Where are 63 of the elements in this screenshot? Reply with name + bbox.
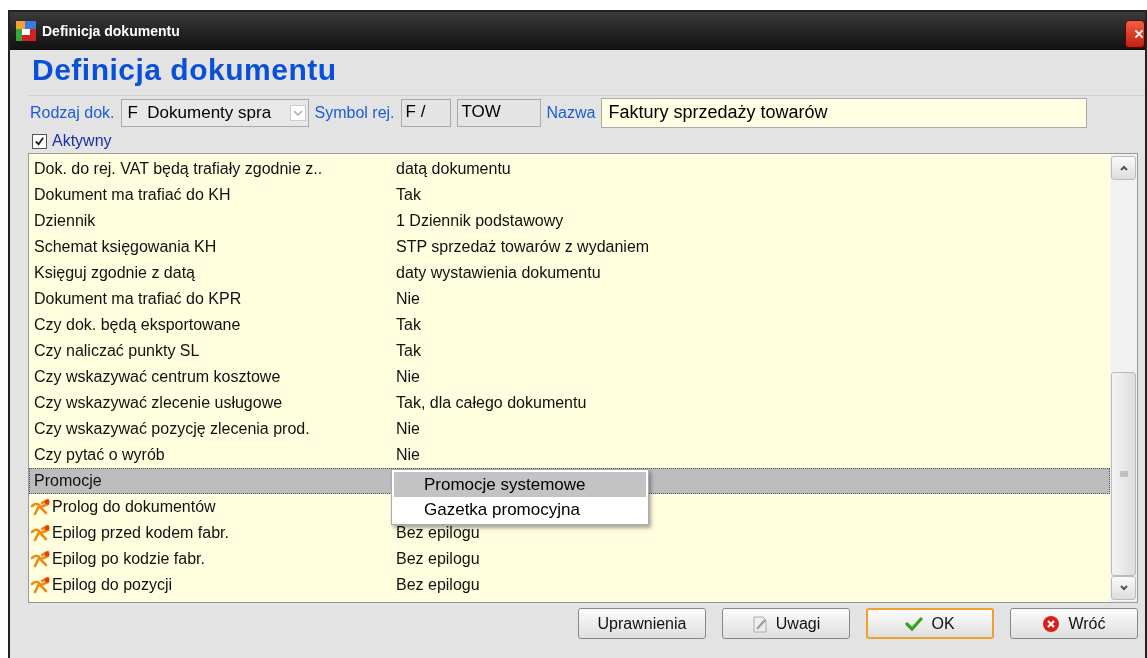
property-value: Nie	[396, 446, 420, 463]
property-value: datą dokumentu	[396, 160, 511, 177]
property-label: Czy wskazywać pozycję zlecenia prod.	[34, 420, 310, 438]
running-figure-icon	[30, 576, 52, 594]
menu-item[interactable]: Gazetka promocyjna	[394, 497, 646, 522]
dialog-button[interactable]: OK	[866, 608, 994, 639]
scroll-down-icon	[1119, 585, 1128, 591]
property-label: Epilog po kodzie fabr.	[52, 550, 205, 568]
property-value: 1 Dziennik podstawowy	[396, 212, 564, 229]
property-value: Bez epilogu	[396, 550, 480, 567]
name-label: Nazwa	[546, 104, 596, 122]
property-value: Nie	[396, 420, 420, 437]
property-label: Czy dok. będą eksportowane	[34, 316, 241, 334]
name-field[interactable]: Faktury sprzedaży towarów	[601, 98, 1088, 128]
active-label: Aktywny	[52, 132, 112, 150]
running-figure-icon	[30, 498, 52, 516]
property-label: Schemat księgowania KH	[34, 238, 217, 256]
property-value: Tak	[396, 316, 421, 333]
property-label: Dok. do rej. VAT będą trafiały zgodnie z..	[34, 160, 323, 178]
symbol-prefix-field: F /	[400, 99, 451, 127]
property-label: Epilog do pozycji	[52, 576, 173, 594]
doc-type-dropdown[interactable]: F Dokumenty spra	[120, 99, 309, 127]
symbol-field[interactable]: TOW	[456, 99, 541, 127]
menu-item[interactable]: Promocje systemowe	[394, 472, 646, 497]
property-value: Tak	[396, 186, 421, 203]
vertical-scrollbar[interactable]	[1110, 154, 1137, 602]
property-value: Tak	[396, 342, 421, 359]
note-icon	[751, 614, 768, 633]
property-value: Bez epilogu	[396, 524, 480, 541]
dialog-button[interactable]: Uprawnienia	[578, 608, 706, 639]
property-label: Dokument ma trafiać do KPR	[34, 290, 242, 308]
dialog-button[interactable]: Uwagi	[722, 608, 850, 639]
property-label: Czy wskazywać zlecenie usługowe	[34, 394, 283, 412]
property-label: Czy naliczać punkty SL	[34, 342, 200, 360]
property-value: Bez epilogu	[396, 576, 480, 593]
property-label: Prolog do dokumentów	[52, 498, 216, 516]
close-button[interactable]	[1125, 20, 1145, 48]
property-label: Promocje	[34, 472, 102, 490]
property-value: daty wystawienia dokumentu	[396, 264, 601, 281]
property-value: Nie	[396, 290, 420, 307]
dialog-heading: Definicja dokumentu	[31, 52, 338, 88]
property-value: Tak, dla całego dokumentu	[396, 394, 587, 411]
property-label: Dziennik	[34, 212, 96, 230]
window-title: Definicja dokumentu	[42, 23, 180, 39]
active-checkbox[interactable]	[32, 133, 47, 149]
property-value: Nie	[396, 368, 420, 385]
property-value: STP sprzedaż towarów z wydaniem	[396, 238, 650, 255]
doc-type-label: Rodzaj dok.	[30, 104, 115, 122]
checkmark-icon	[905, 616, 924, 631]
close-icon	[1134, 27, 1144, 41]
property-label: Epilog przed kodem fabr.	[52, 524, 229, 542]
app-logo-icon	[16, 21, 36, 41]
running-figure-icon	[30, 550, 52, 568]
symbol-label: Symbol rej.	[314, 104, 395, 122]
property-label: Czy pytać o wyrób	[34, 446, 165, 464]
cancel-icon	[1042, 614, 1061, 633]
property-label: Dokument ma trafiać do KH	[34, 186, 231, 204]
dialog-button[interactable]: Wróć	[1010, 608, 1138, 639]
property-label: Czy wskazywać centrum kosztowe	[34, 368, 281, 386]
property-label: Księguj zgodnie z datą	[34, 264, 195, 282]
grip-icon	[1119, 471, 1128, 477]
scroll-up-icon	[1119, 165, 1128, 171]
running-figure-icon	[30, 524, 52, 542]
